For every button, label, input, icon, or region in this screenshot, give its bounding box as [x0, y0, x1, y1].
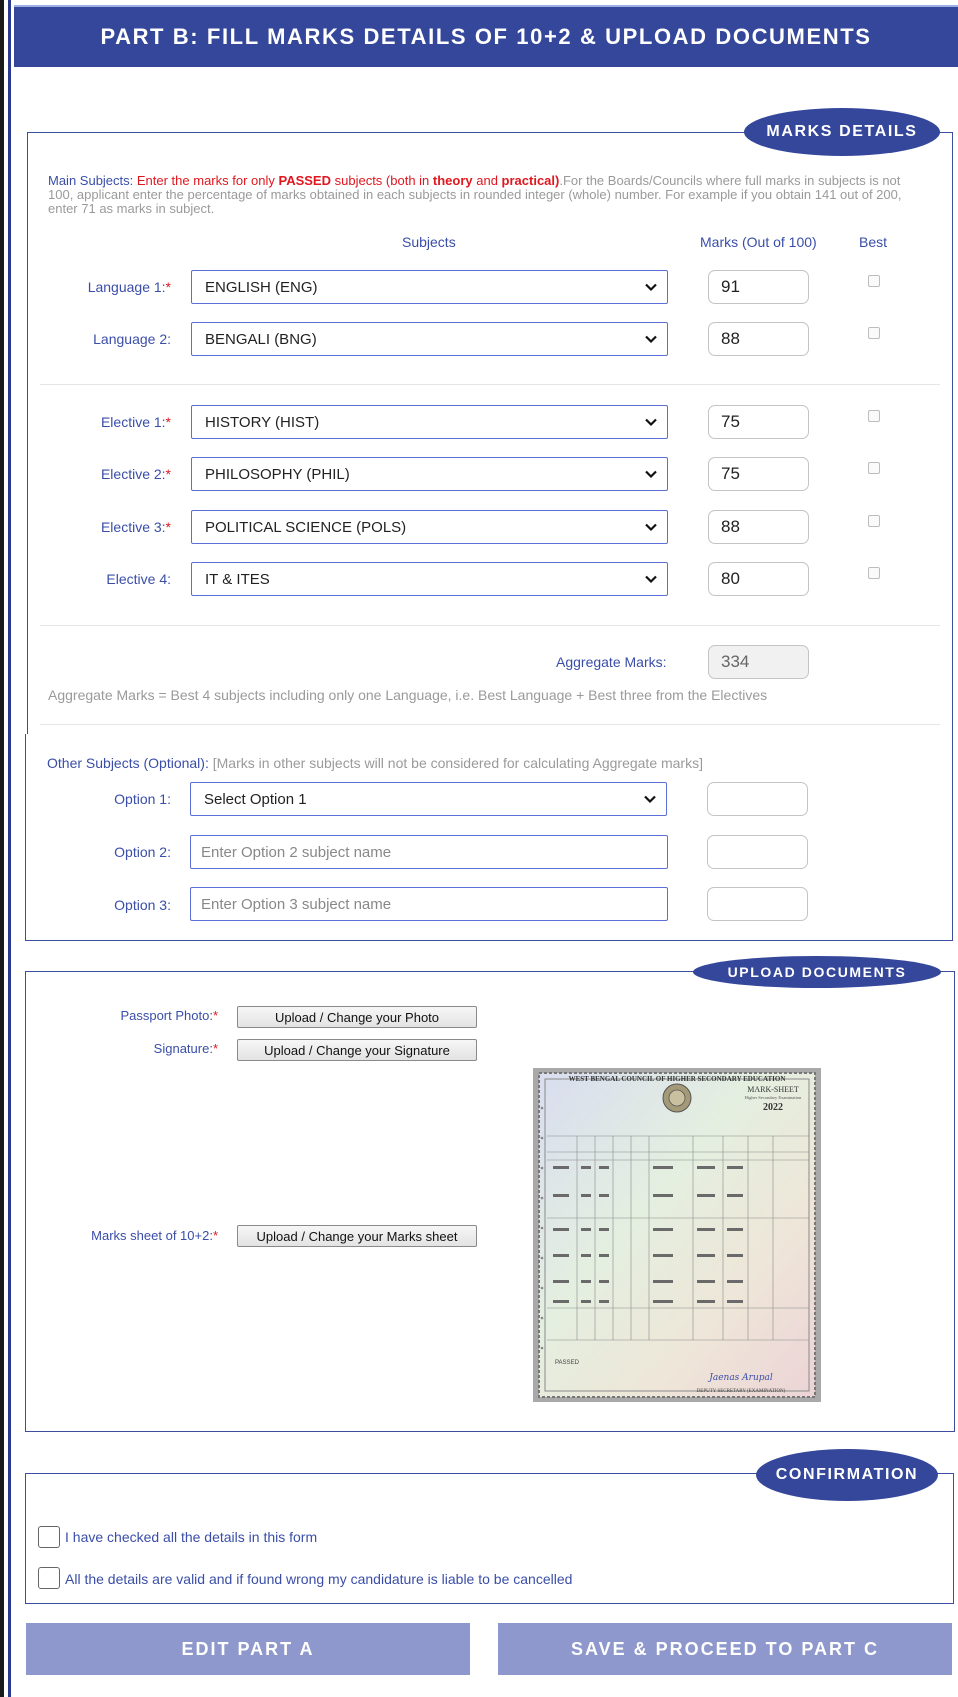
chevron-down-icon [645, 575, 657, 584]
aggregate-note: Aggregate Marks = Best 4 subjects includ… [48, 687, 768, 703]
signature-label: Signature:* [153, 1041, 218, 1056]
checked-details-checkbox[interactable] [38, 1526, 60, 1548]
left-edge-bar [0, 0, 4, 1697]
elective-4-label: Elective 4: [106, 571, 171, 587]
chevron-down-icon [645, 335, 657, 344]
details-valid-checkbox[interactable] [38, 1567, 60, 1589]
marks-sheet-preview-image: WEST BENGAL COUNCIL OF HIGHER SECONDARY … [533, 1068, 821, 1402]
elective-3-best-checkbox[interactable] [868, 515, 880, 527]
preview-doc-title: MARK-SHEET [747, 1085, 799, 1094]
elective-2-best-checkbox[interactable] [868, 462, 880, 474]
marks-column-header: Marks (Out of 100) [700, 234, 817, 250]
elective-3-select[interactable]: POLITICAL SCIENCE (POLS) [191, 510, 668, 544]
edit-part-a-button[interactable]: EDIT PART A [26, 1623, 470, 1675]
upload-documents-badge: UPLOAD DOCUMENTS [693, 956, 941, 988]
chevron-down-icon [645, 283, 657, 292]
language-2-best-checkbox[interactable] [868, 327, 880, 339]
elective-1-best-checkbox[interactable] [868, 410, 880, 422]
preview-signature: Jaenas Arupal [707, 1373, 773, 1383]
section-divider [40, 724, 940, 725]
elective-4-marks-input[interactable]: 80 [708, 562, 809, 596]
aggregate-marks-value: 334 [708, 645, 809, 679]
aggregate-marks-label: Aggregate Marks: [556, 654, 667, 670]
option-2-label: Option 2: [114, 844, 171, 860]
language-1-best-checkbox[interactable] [868, 275, 880, 287]
page-title: PART B: FILL MARKS DETAILS OF 10+2 & UPL… [14, 5, 958, 67]
preview-council-name: WEST BENGAL COUNCIL OF HIGHER SECONDARY … [569, 1075, 786, 1083]
language-1-marks-input[interactable]: 91 [708, 270, 809, 304]
elective-1-label: Elective 1:* [100, 414, 171, 430]
upload-marks-sheet-button[interactable]: Upload / Change your Marks sheet [237, 1225, 477, 1247]
chevron-down-icon [644, 795, 656, 804]
subjects-column-header: Subjects [402, 234, 456, 250]
other-subjects-note: Other Subjects (Optional): [Marks in oth… [47, 755, 703, 771]
language-1-select[interactable]: ENGLISH (ENG) [191, 270, 668, 304]
language-2-label: Language 2: [93, 331, 171, 347]
elective-2-select[interactable]: PHILOSOPHY (PHIL) [191, 457, 668, 491]
chevron-down-icon [645, 470, 657, 479]
marks-sheet-label: Marks sheet of 10+2:* [91, 1228, 218, 1243]
preview-signatory: DEPUTY SECRETARY (EXAMINATION) [697, 1389, 786, 1394]
elective-4-best-checkbox[interactable] [868, 567, 880, 579]
marks-details-badge: MARKS DETAILS [744, 108, 940, 156]
save-proceed-part-c-button[interactable]: SAVE & PROCEED TO PART C [498, 1623, 952, 1675]
elective-3-label: Elective 3:* [100, 519, 171, 535]
section-divider [40, 625, 940, 626]
preview-year: 2022 [763, 1102, 783, 1113]
left-accent-bar [8, 0, 11, 1697]
details-valid-label: All the details are valid and if found w… [65, 1571, 573, 1587]
best-column-header: Best [859, 234, 888, 250]
option-2-marks-input[interactable] [707, 835, 808, 869]
language-2-marks-input[interactable]: 88 [708, 322, 809, 356]
passport-photo-label: Passport Photo:* [120, 1008, 218, 1023]
chevron-down-icon [645, 523, 657, 532]
checked-details-label: I have checked all the details in this f… [65, 1529, 318, 1545]
language-1-label: Language 1:* [87, 279, 171, 295]
option-1-select[interactable]: Select Option 1 [190, 782, 667, 816]
option-3-label: Option 3: [114, 897, 171, 913]
option-3-subject-input[interactable]: Enter Option 3 subject name [190, 887, 668, 921]
option-1-label: Option 1: [114, 791, 171, 807]
elective-4-select[interactable]: IT & ITES [191, 562, 668, 596]
confirmation-badge: CONFIRMATION [756, 1449, 938, 1501]
upload-photo-button[interactable]: Upload / Change your Photo [237, 1006, 477, 1028]
preview-subtitle: Higher Secondary Examination [745, 1095, 802, 1100]
option-3-marks-input[interactable] [707, 887, 808, 921]
language-2-select[interactable]: BENGALI (BNG) [191, 322, 668, 356]
upload-signature-button[interactable]: Upload / Change your Signature [237, 1039, 477, 1061]
preview-result: PASSED [555, 1360, 580, 1366]
option-1-marks-input[interactable] [707, 782, 808, 816]
section-divider [40, 384, 940, 385]
elective-1-marks-input[interactable]: 75 [708, 405, 809, 439]
chevron-down-icon [645, 418, 657, 427]
elective-2-label: Elective 2:* [100, 466, 171, 482]
elective-3-marks-input[interactable]: 88 [708, 510, 809, 544]
main-subjects-note: Main Subjects: Enter the marks for only … [48, 173, 902, 216]
elective-2-marks-input[interactable]: 75 [708, 457, 809, 491]
elective-1-select[interactable]: HISTORY (HIST) [191, 405, 668, 439]
option-2-subject-input[interactable]: Enter Option 2 subject name [190, 835, 668, 869]
